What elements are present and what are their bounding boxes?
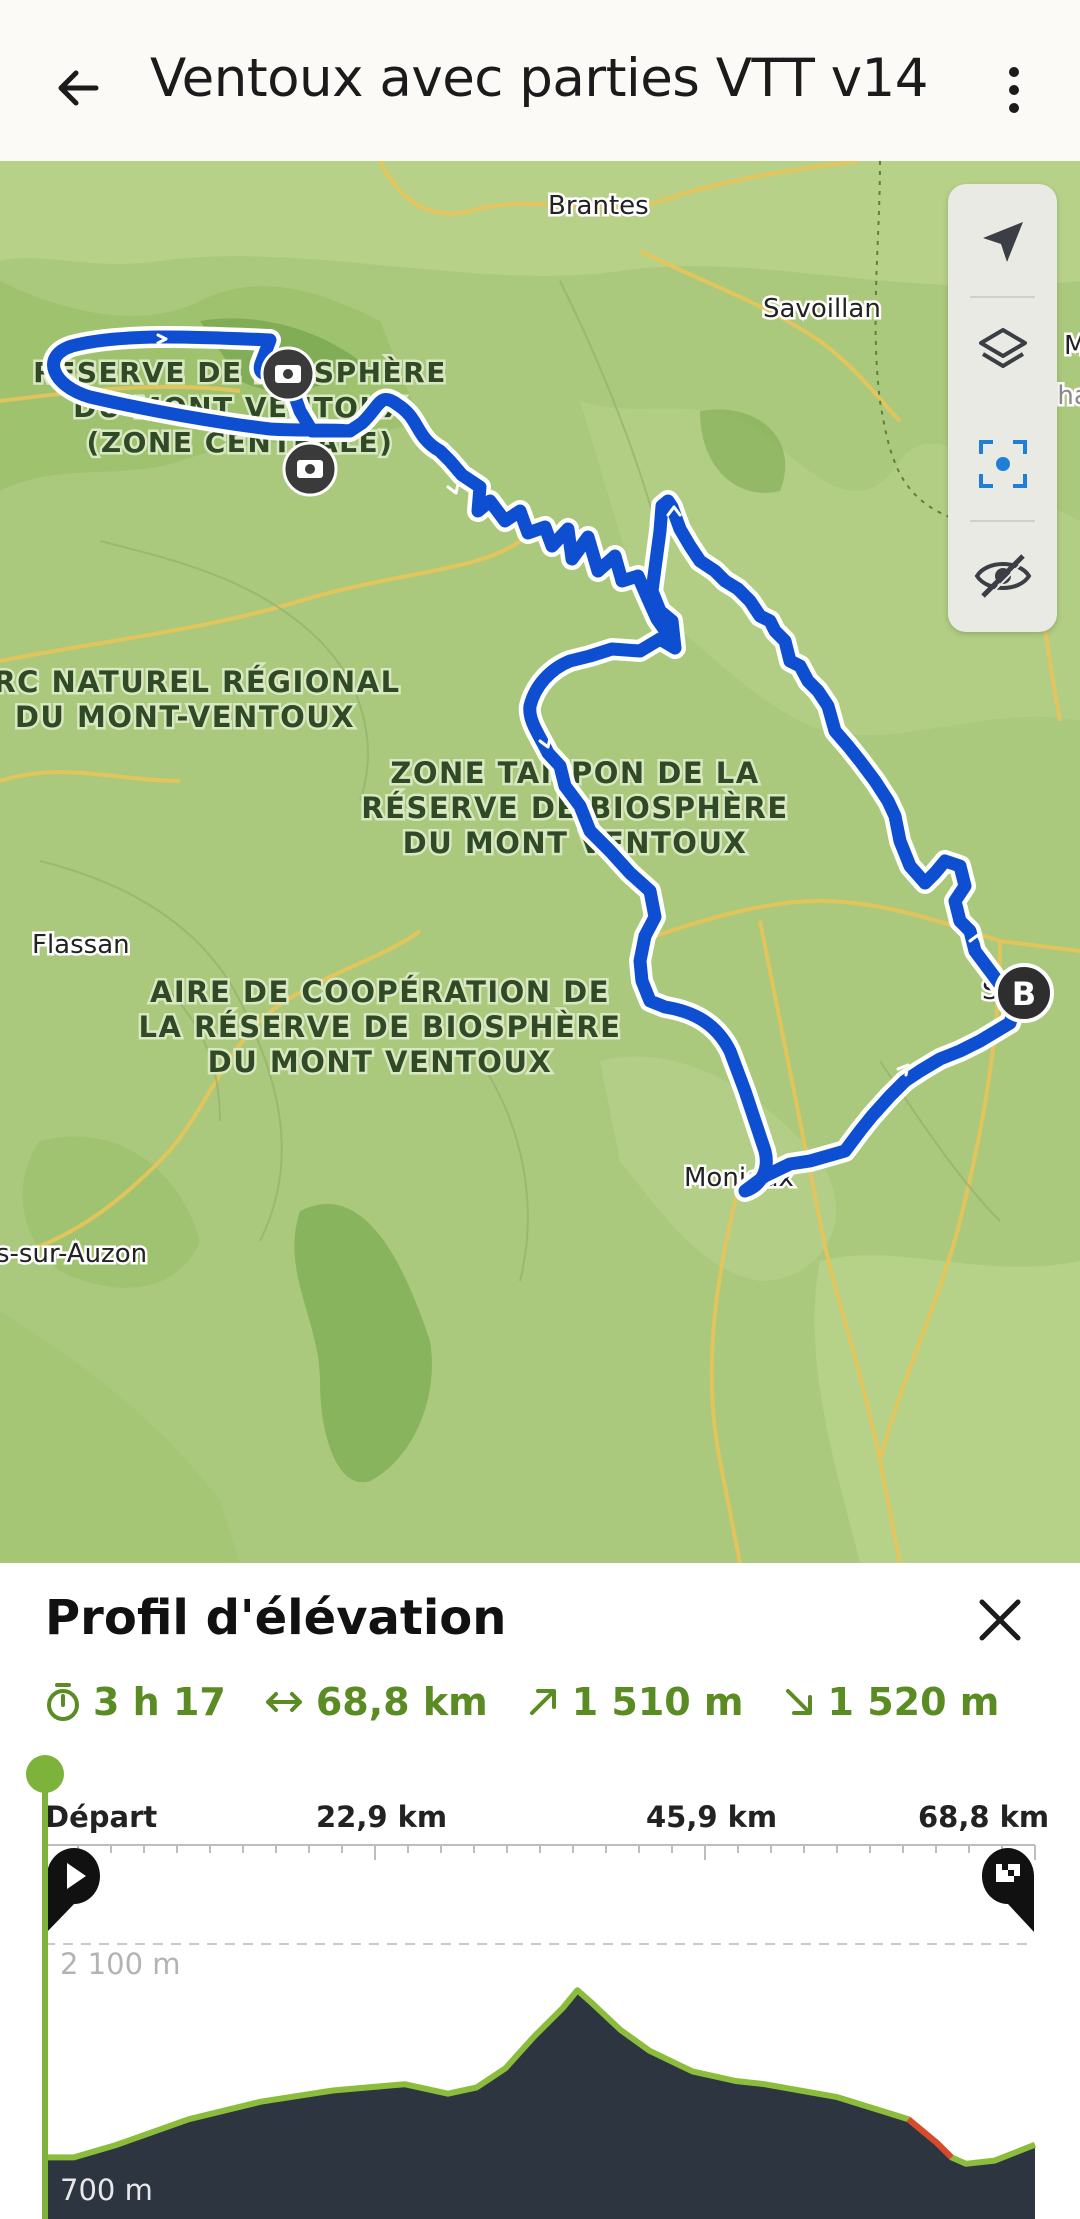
back-button[interactable]	[40, 50, 116, 126]
recenter-icon	[978, 440, 1027, 488]
stat-distance: 68,8 km	[264, 1680, 488, 1724]
zone-label-aire-1: AIRE DE COOPÉRATION DE	[150, 975, 610, 1009]
descent-value: 1 520 m	[827, 1680, 1000, 1724]
layers-button[interactable]	[948, 302, 1057, 402]
layers-icon	[978, 328, 1027, 368]
page-title: Ventoux avec parties VTT v14	[150, 48, 929, 109]
close-button[interactable]	[970, 1590, 1030, 1650]
photo-marker[interactable]	[260, 346, 316, 402]
zone-label-parc-2: DU MONT-VENTOUX	[15, 700, 355, 734]
position-cursor-handle[interactable]	[26, 1755, 64, 1793]
duration-value: 3 h 17	[93, 1680, 226, 1724]
navigate-icon	[982, 222, 1023, 262]
stopwatch-icon	[47, 1683, 79, 1721]
place-label-savoillan: Savoillan	[763, 294, 881, 324]
control-divider	[970, 520, 1035, 522]
top-app-bar: Ventoux avec parties VTT v14	[0, 0, 1080, 161]
map-canvas[interactable]: RÉSERVE DE BIOSPHÈRE DU MONT VENTOUX (ZO…	[0, 161, 1080, 1563]
map-controls	[948, 184, 1057, 632]
elevation-profile-chart[interactable]: 2 100 m 700 m	[0, 1750, 1080, 2219]
recenter-button[interactable]	[948, 414, 1057, 514]
photo-marker[interactable]	[282, 441, 338, 497]
place-label-edge: M	[1064, 331, 1080, 361]
zone-label-parc-1: ARC NATUREL RÉGIONAL	[0, 665, 401, 699]
hide-button[interactable]	[948, 526, 1057, 626]
back-arrow-icon	[58, 70, 99, 106]
more-options-button[interactable]	[984, 52, 1044, 128]
elevation-area	[45, 1990, 1035, 2219]
ascent-value: 1 510 m	[571, 1680, 744, 1724]
control-divider	[970, 296, 1035, 298]
finish-flag-icon	[982, 1848, 1034, 1932]
elevation-label-bottom: 700 m	[60, 2173, 153, 2207]
zone-label-aire-3: DU MONT VENTOUX	[208, 1045, 553, 1079]
descent-icon	[785, 1689, 812, 1715]
stat-descent: 1 520 m	[782, 1680, 1000, 1724]
distance-value: 68,8 km	[315, 1680, 488, 1724]
end-marker-b[interactable]: B	[994, 963, 1054, 1023]
end-marker-label: B	[1012, 975, 1036, 1013]
start-flag-icon	[47, 1848, 100, 1932]
stat-duration: 3 h 17	[45, 1680, 226, 1724]
place-label-brantes: Brantes	[548, 191, 649, 221]
hide-icon	[974, 554, 1031, 600]
map-view[interactable]: RÉSERVE DE BIOSPHÈRE DU MONT VENTOUX (ZO…	[0, 161, 1080, 1563]
ascent-icon	[529, 1689, 556, 1715]
elevation-label-top: 2 100 m	[60, 1947, 181, 1981]
place-label-flassan: Flassan	[32, 930, 130, 960]
distance-icon	[265, 1692, 302, 1712]
close-icon	[979, 1599, 1021, 1641]
elevation-title: Profil d'élévation	[45, 1590, 507, 1646]
zone-label-tampon-3: DU MONT VENTOUX	[403, 826, 748, 860]
more-vert-icon	[1009, 67, 1019, 113]
route-stats: 3 h 17 68,8 km 1 510 m 1 520 m	[45, 1672, 1037, 1732]
place-label-auzon: s-sur-Auzon	[0, 1239, 147, 1269]
zone-label-aire-2: LA RÉSERVE DE BIOSPHÈRE	[139, 1010, 622, 1044]
navigate-button[interactable]	[948, 192, 1057, 292]
stat-ascent: 1 510 m	[526, 1680, 744, 1724]
zone-label-reserve-1: RÉSERVE DE BIOSPHÈRE	[33, 355, 447, 389]
